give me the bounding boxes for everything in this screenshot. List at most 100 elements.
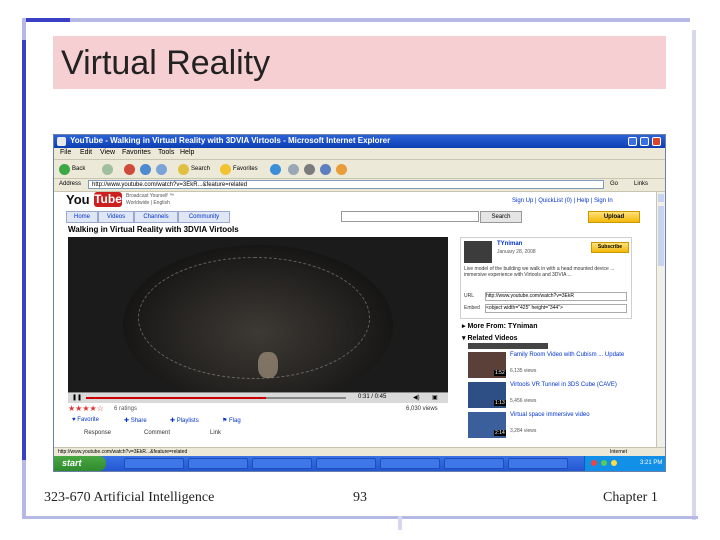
minimize-icon[interactable]	[628, 137, 637, 146]
menu-edit[interactable]: Edit	[80, 149, 92, 156]
taskbar-item[interactable]	[508, 458, 568, 469]
taskbar-item[interactable]	[444, 458, 504, 469]
language-selector[interactable]: Worldwide | English	[126, 200, 170, 206]
related-title[interactable]: Virtual space immersive video	[510, 412, 640, 419]
rating-stars[interactable]: ★★★★☆	[68, 404, 104, 413]
back-icon[interactable]	[59, 164, 70, 175]
response-tab[interactable]: Response	[84, 430, 111, 436]
fullscreen-icon[interactable]: ▣	[432, 394, 438, 401]
links-label[interactable]: Links	[634, 181, 648, 187]
refresh-icon[interactable]	[140, 164, 151, 175]
tab-home[interactable]: Home	[66, 211, 98, 223]
related-video-1[interactable]: 1:52 Family Room Video with Cubism ... U…	[468, 352, 643, 379]
slide-top-bar-accent	[22, 18, 70, 22]
slide-bottom-bar-mark	[398, 516, 402, 530]
account-links[interactable]: Sign Up | QuickList (0) | Help | Sign In	[512, 198, 613, 204]
related-videos-label: Related Videos	[467, 335, 518, 342]
more-from-header[interactable]: ▸ More From: TYniman	[462, 322, 537, 330]
youtube-logo-you[interactable]: You	[66, 192, 90, 207]
menu-view[interactable]: View	[100, 149, 115, 156]
back-label: Back	[72, 166, 86, 172]
footer-page-number: 93	[353, 490, 367, 505]
flag-label: Flag	[229, 418, 241, 424]
more-from-label: More From: TYniman	[467, 323, 538, 330]
favorites-icon[interactable]	[220, 164, 231, 175]
channel-avatar[interactable]	[464, 241, 492, 263]
browser-toolbar: Back Search Favorites	[54, 160, 665, 179]
url-field[interactable]: http://www.youtube.com/watch?v=3EkR	[485, 292, 627, 301]
forward-icon[interactable]	[102, 164, 113, 175]
taskbar-item[interactable]	[124, 458, 184, 469]
messenger-icon[interactable]	[336, 164, 347, 175]
related-video-3[interactable]: 2:14 Virtual space immersive video 3,284…	[468, 412, 643, 439]
embed-field[interactable]: <object width="425" height="344">	[485, 304, 627, 313]
related-item-partial[interactable]	[468, 343, 548, 349]
subscribe-button[interactable]: Subscribe	[591, 242, 629, 253]
tab-community[interactable]: Community	[178, 211, 230, 223]
home-icon[interactable]	[156, 164, 167, 175]
tray-icon[interactable]	[611, 460, 617, 466]
tab-videos[interactable]: Videos	[98, 211, 134, 223]
search-icon[interactable]	[178, 164, 189, 175]
tray-icon[interactable]	[601, 460, 607, 466]
video-frame-figure	[258, 352, 278, 378]
related-title[interactable]: Family Room Video with Cubism ... Update	[510, 352, 640, 359]
menu-tools[interactable]: Tools	[158, 149, 174, 156]
share-label: Share	[130, 418, 147, 424]
flag-action[interactable]: ⚑ Flag	[222, 417, 241, 424]
close-icon[interactable]	[652, 137, 661, 146]
window-title: YouTube - Walking in Virtual Reality wit…	[70, 136, 391, 145]
video-time: 0:31 / 0:45	[358, 394, 387, 400]
link-tab[interactable]: Link	[210, 430, 221, 436]
channel-box: TYniman January 28, 2008 Subscribe Live …	[460, 237, 632, 319]
favorite-action[interactable]: ♥ Favorite	[72, 417, 99, 423]
pause-icon[interactable]: ❚❚	[72, 394, 82, 401]
related-duration: 2:14	[494, 430, 506, 436]
address-input[interactable]: http://www.youtube.com/watch?v=3EkR...&f…	[88, 180, 604, 189]
start-button[interactable]: start	[54, 456, 106, 471]
related-views: 3,284 views	[510, 428, 537, 434]
related-title[interactable]: Virtools VR Tunnel in 3DS Cube (CAVE)	[510, 382, 640, 389]
share-action[interactable]: ✚ Share	[124, 417, 147, 424]
video-title: Walking in Virtual Reality with 3DVIA Vi…	[68, 225, 239, 234]
video-player[interactable]	[68, 237, 448, 392]
print-icon[interactable]	[304, 164, 315, 175]
taskbar-item[interactable]	[380, 458, 440, 469]
tab-channels[interactable]: Channels	[134, 211, 178, 223]
taskbar-item[interactable]	[316, 458, 376, 469]
page-scrollbar[interactable]	[656, 192, 665, 447]
upload-button[interactable]: Upload	[588, 211, 640, 223]
media-icon[interactable]	[270, 164, 281, 175]
menu-help[interactable]: Help	[180, 149, 194, 156]
related-views: 5,456 views	[510, 398, 537, 404]
channel-name[interactable]: TYniman	[497, 241, 522, 247]
taskbar-clock: 3:21 PM	[640, 460, 663, 466]
stop-icon[interactable]	[124, 164, 135, 175]
scroll-up-icon[interactable]	[658, 194, 664, 202]
mail-icon[interactable]	[288, 164, 299, 175]
volume-icon[interactable]: ◀)	[413, 394, 420, 401]
video-controls: ❚❚ 0:31 / 0:45 ◀) ▣	[68, 392, 448, 403]
taskbar-item[interactable]	[252, 458, 312, 469]
search-button[interactable]: Search	[480, 211, 522, 223]
related-videos-header[interactable]: ▾ Related Videos	[462, 334, 518, 342]
comment-tab[interactable]: Comment	[144, 430, 170, 436]
taskbar-item[interactable]	[188, 458, 248, 469]
maximize-icon[interactable]	[640, 137, 649, 146]
related-duration: 1:52	[494, 370, 506, 376]
menu-file[interactable]: File	[60, 149, 71, 156]
slide-bottom-bar	[22, 516, 698, 519]
playlists-action[interactable]: ✚ Playlists	[170, 417, 199, 424]
slide-title: Virtual Reality	[61, 44, 271, 82]
edit-icon[interactable]	[320, 164, 331, 175]
go-button[interactable]: Go	[610, 181, 618, 187]
youtube-logo-tube[interactable]: Tube	[94, 192, 122, 207]
favorites-label: Favorites	[233, 166, 258, 172]
related-video-2[interactable]: 1:13 Virtools VR Tunnel in 3DS Cube (CAV…	[468, 382, 643, 409]
tray-icon[interactable]	[591, 460, 597, 466]
menu-favorites[interactable]: Favorites	[122, 149, 151, 156]
search-input[interactable]	[341, 211, 479, 222]
tagline: Broadcast Yourself ™	[126, 193, 175, 199]
view-count: 6,030 views	[406, 406, 438, 412]
scroll-thumb[interactable]	[658, 206, 664, 266]
